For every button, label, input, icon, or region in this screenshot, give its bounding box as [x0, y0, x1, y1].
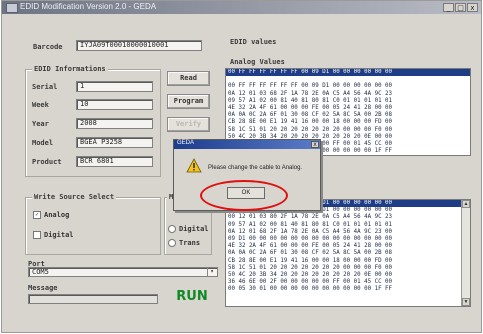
hex-row: 0A 12 01 03 68 2F 1A 78 2E 0A C5 A4 56 4… — [228, 90, 393, 97]
hex-row: 09 D1 00 00 00 00 00 00 00 00 00 00 00 0… — [228, 236, 393, 243]
dialog-message: Please change the cable to Analog. — [208, 165, 303, 171]
digital-checkbox[interactable]: Digital — [33, 231, 74, 239]
barcode-label: Barcode — [33, 43, 63, 51]
hex-row: 09 57 A1 02 00 81 40 81 80 81 C0 01 01 0… — [228, 97, 393, 104]
highlight-circle — [200, 180, 288, 211]
hex-row: 0A 0A 0C 2A 6F 01 30 08 CF 02 5A 8C 5A 0… — [228, 112, 393, 119]
hex-row: CB 28 8E 00 E1 19 41 16 00 00 18 00 00 0… — [228, 257, 393, 264]
check-icon: ✓ — [33, 211, 41, 219]
hex-row: 00 FF FF FF FF FF FF 00 09 D1 00 00 00 0… — [228, 83, 393, 90]
checkbox-box — [33, 231, 41, 239]
main-window: EDID Modification Version 2.0 - GEDA _ □… — [1, 0, 482, 333]
title-bar: EDID Modification Version 2.0 - GEDA _ □… — [2, 1, 481, 14]
product-label: Product — [32, 158, 62, 166]
maximize-button[interactable]: □ — [455, 3, 466, 12]
port-value: COM5 — [32, 268, 49, 276]
message-label: Message — [28, 284, 58, 292]
hex-row: 00 05 30 01 00 00 00 00 00 00 00 00 00 0… — [228, 286, 393, 293]
hex-row: 09 57 A1 02 00 81 40 81 80 81 C0 01 01 0… — [228, 221, 393, 228]
serial-field[interactable]: 1 — [76, 81, 153, 92]
year-field[interactable]: 2008 — [76, 118, 153, 129]
hex-row: 00 12 01 03 80 2F 1A 78 2E 0A C5 A4 56 4… — [228, 214, 393, 221]
analog-checkbox-label: Analog — [44, 211, 70, 219]
warning-icon — [186, 158, 202, 173]
digital-radio[interactable]: Digital — [168, 225, 209, 233]
close-button[interactable]: x — [467, 3, 478, 12]
serial-label: Serial — [32, 83, 58, 91]
year-label: Year — [32, 120, 49, 128]
hex-row: 36 46 6E 00 2F 00 00 00 00 00 FF 00 01 4… — [228, 279, 393, 286]
dialog-title-bar: GEDA x — [174, 140, 320, 149]
hex-row-selected[interactable]: 00 FF FF FF FF FF FF 00 09 D1 00 00 00 0… — [226, 69, 470, 77]
write-source-group: Write Source Select — [25, 193, 161, 255]
analog-checkbox[interactable]: ✓ Analog — [33, 211, 69, 219]
port-select[interactable]: COM5 ▾ — [28, 267, 218, 277]
week-field[interactable]: 10 — [76, 99, 153, 110]
hex-row: 0A 0A 0C 2A 6F 01 30 08 CF 02 5A 8C 5A 0… — [228, 250, 393, 257]
digital-values-panel: 00 FF FF FF FF FF FF 00 09 D1 00 00 00 0… — [225, 199, 471, 307]
hex-row: 58 1C 51 01 20 20 20 20 20 20 20 00 00 0… — [228, 126, 393, 133]
radio-dot — [168, 225, 176, 233]
trans-radio[interactable]: Trans — [168, 239, 200, 247]
window-title: EDID Modification Version 2.0 - GEDA — [20, 2, 157, 11]
edid-info-title: EDID Informations — [32, 65, 108, 73]
minimize-button[interactable]: _ — [443, 3, 454, 12]
product-field[interactable]: BCR 6801 — [76, 156, 153, 167]
scroll-down-arrow-icon[interactable]: ▼ — [462, 298, 470, 306]
run-button[interactable]: RUN — [170, 289, 214, 304]
analog-values-title: Analog Values — [230, 58, 285, 66]
radio-dot — [168, 239, 176, 247]
dialog-title: GEDA — [177, 140, 195, 146]
hex-row: . — [226, 76, 470, 83]
barcode-field[interactable]: IYJA09T00010000010001 — [76, 40, 202, 51]
hex-row: 50 4C 20 3B 34 20 20 20 20 20 20 20 20 0… — [228, 272, 393, 279]
dialog-close-button[interactable]: x — [311, 141, 319, 148]
digital-radio-label: Digital — [179, 225, 209, 233]
verify-button[interactable]: Verify — [167, 117, 210, 132]
app-icon — [6, 3, 18, 13]
write-source-title: Write Source Select — [32, 193, 117, 201]
chevron-down-icon[interactable]: ▾ — [207, 268, 216, 276]
hex-row: 58 1C 51 01 20 20 20 20 20 20 20 00 00 0… — [228, 264, 393, 271]
model-label: Model — [32, 139, 54, 147]
hex-row: 0A 12 01 68 2F 1A 78 2E 0A C5 A4 56 4A 9… — [228, 228, 393, 235]
scroll-up-arrow-icon[interactable]: ▲ — [462, 200, 470, 208]
digital-checkbox-label: Digital — [44, 231, 74, 239]
vertical-scrollbar[interactable]: ▲ ▼ — [461, 200, 470, 306]
read-button[interactable]: Read — [167, 71, 210, 86]
edid-values-title: EDID values — [230, 38, 277, 46]
message-field — [28, 294, 158, 304]
program-button[interactable]: Program — [167, 94, 210, 109]
hex-row: CB 28 8E 00 E1 19 41 16 00 00 18 00 00 0… — [228, 119, 393, 126]
trans-radio-label: Trans — [179, 239, 201, 247]
week-label: Week — [32, 101, 49, 109]
model-field[interactable]: BGEA P3258 — [76, 137, 153, 148]
hex-row: 4E 32 2A 4F 61 00 00 00 FE 00 05 24 41 2… — [228, 243, 393, 250]
hex-row: 4E 32 2A 4F 61 00 00 00 FE 00 05 24 41 2… — [228, 105, 393, 112]
